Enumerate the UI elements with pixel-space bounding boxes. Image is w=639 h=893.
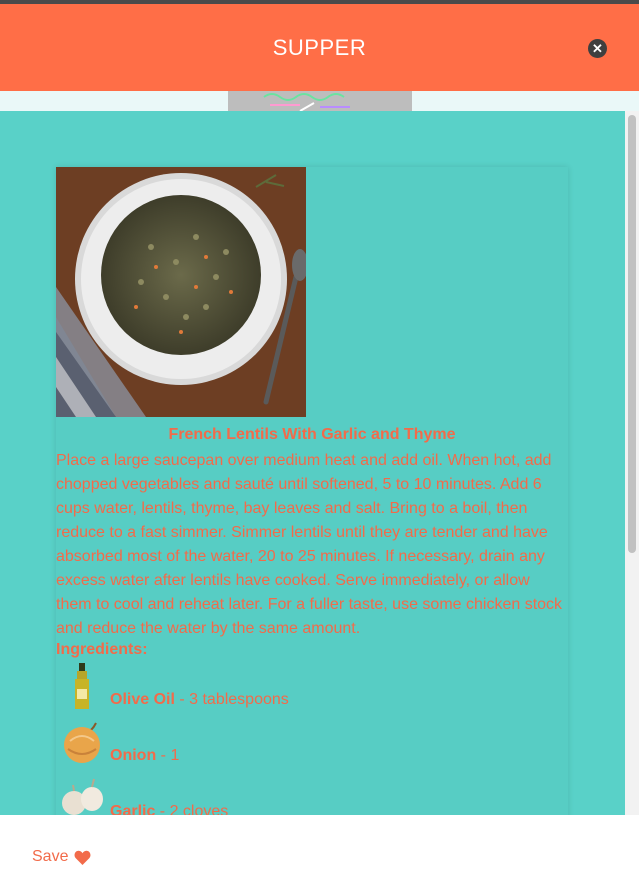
onion-icon <box>64 722 100 763</box>
recipe-photo <box>56 167 306 417</box>
save-button[interactable]: Save <box>32 848 91 866</box>
garlic-icon <box>62 778 103 815</box>
ingredient-amount: - 1 <box>156 747 180 764</box>
close-icon[interactable]: ✕ <box>588 39 607 58</box>
ingredient-name: Garlic <box>110 803 156 815</box>
ingredient-item: Olive Oil - 3 tablespoons <box>56 663 568 713</box>
recipe-instructions: Place a large saucepan over medium heat … <box>56 452 563 637</box>
modal-content[interactable]: French Lentils With Garlic and Thyme Pla… <box>0 111 625 815</box>
modal-footer: Save <box>0 815 639 893</box>
save-label: Save <box>32 848 69 865</box>
modal-header: SUPPER ✕ <box>0 4 639 91</box>
background-thumbnail <box>228 91 412 113</box>
scrollbar-thumb[interactable] <box>628 115 636 553</box>
ingredients-heading: Ingredients: <box>56 641 148 658</box>
ingredient-name: Olive Oil <box>110 691 175 708</box>
recipe-card: French Lentils With Garlic and Thyme Pla… <box>56 167 568 815</box>
ingredient-amount: - 3 tablespoons <box>174 691 289 708</box>
ingredient-item: Garlic - 2 cloves <box>56 775 568 815</box>
ingredient-item: Onion - 1 <box>56 719 568 769</box>
ingredient-name: Onion <box>110 747 157 764</box>
olive-oil-icon <box>75 663 89 709</box>
ingredient-amount: - 2 cloves <box>155 803 229 815</box>
modal-title: SUPPER <box>272 34 367 60</box>
scrollbar[interactable] <box>625 111 639 815</box>
recipe-title: French Lentils With Garlic and Thyme <box>168 426 456 443</box>
heart-icon <box>75 850 91 865</box>
